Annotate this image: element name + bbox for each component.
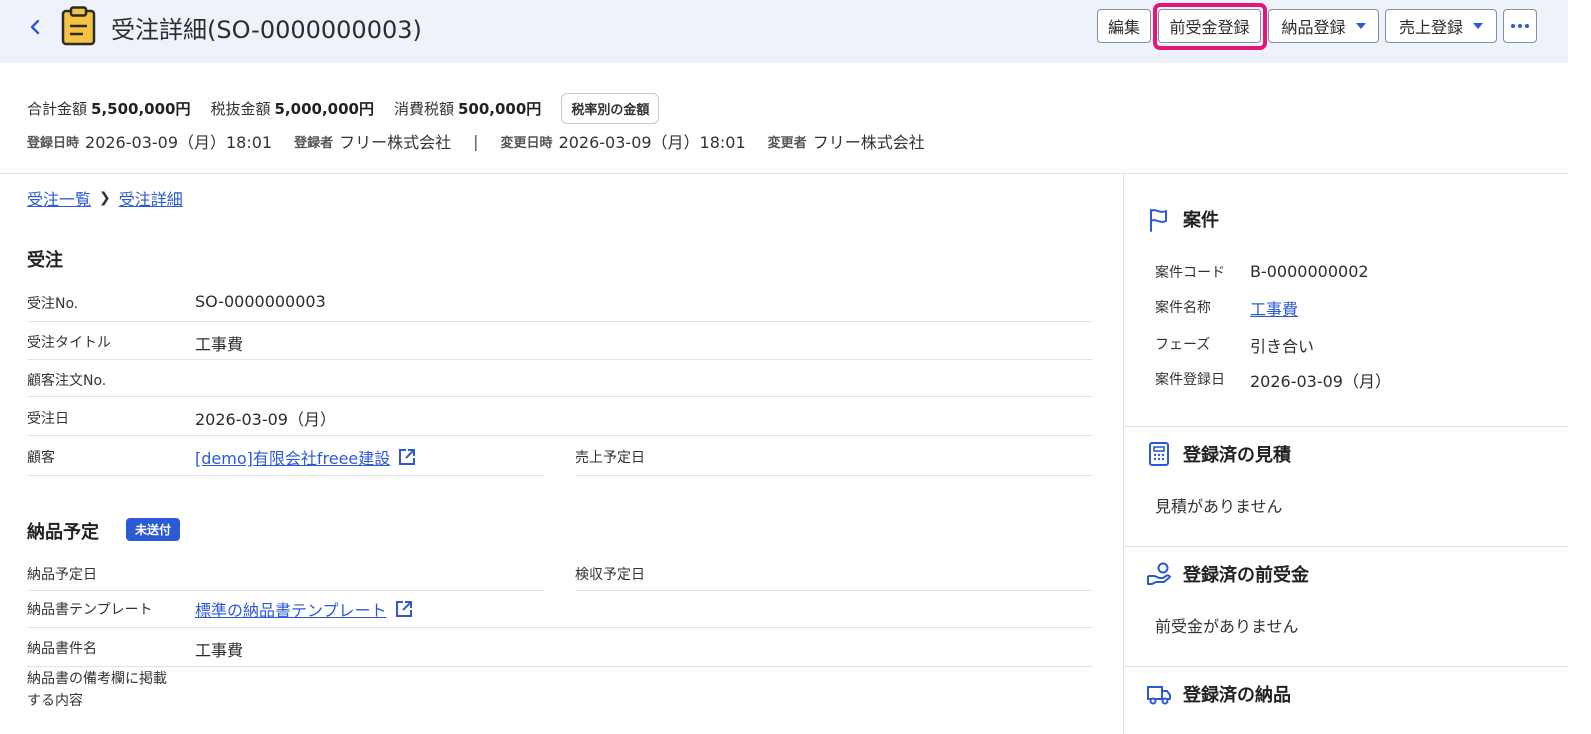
- updated-by-label: 変更者: [767, 135, 807, 151]
- divider: [27, 666, 1093, 667]
- tax-rate-button[interactable]: 税率別の金額: [561, 93, 660, 124]
- created-by-value: フリー株式会社: [339, 133, 452, 152]
- advance-empty: 前受金がありません: [1155, 617, 1299, 636]
- order-heading: 受注: [27, 250, 63, 271]
- divider: [1124, 426, 1569, 427]
- breadcrumb-order-detail[interactable]: 受注詳細: [119, 186, 183, 210]
- divider: [1124, 666, 1569, 667]
- tax-label: 消費税額: [393, 100, 454, 118]
- divider: [27, 321, 1093, 322]
- sales-register-button[interactable]: 売上登録: [1385, 9, 1497, 43]
- back-chevron-icon[interactable]: [24, 14, 46, 40]
- customer-link[interactable]: [demo]有限会社freee建設: [195, 449, 390, 468]
- pretax-label: 税抜金額: [210, 100, 271, 118]
- page-title: 受注詳細(SO-0000000003): [111, 16, 422, 44]
- delivery-doc-name-value: 工事費: [195, 641, 244, 660]
- customer-label: 顧客: [27, 450, 55, 466]
- created-at-value: 2026-03-09（月）18:01: [85, 133, 273, 152]
- summary-panel: 合計金額 5,500,000円 税抜金額 5,000,000円 消費税額 500…: [0, 63, 1568, 174]
- order-title-label: 受注タイトル: [27, 335, 111, 351]
- tax-value: 500,000円: [457, 100, 542, 118]
- caret-down-icon: [1473, 23, 1483, 29]
- created-by-label: 登録者: [294, 135, 334, 151]
- order-date-value: 2026-03-09（月）: [195, 410, 336, 429]
- delivery-date-label: 納品予定日: [27, 567, 97, 583]
- total-value: 5,500,000円: [91, 100, 191, 118]
- divider: [575, 590, 1093, 591]
- delivery-template-value: 標準の納品書テンプレート: [195, 597, 414, 621]
- pretax-value: 5,000,000円: [274, 100, 374, 118]
- breadcrumb: 受注一覧 ❯ 受注詳細: [27, 186, 183, 210]
- remarks-label-line1: 納品書の備考欄に掲載: [27, 671, 167, 687]
- caret-down-icon: [1355, 23, 1366, 29]
- customer-order-no-label: 顧客注文No.: [27, 373, 107, 389]
- order-no-label: 受注No.: [27, 296, 79, 312]
- side-panel: 案件 案件コード B-0000000002 案件名称 工事費 フェーズ 引き合い…: [1123, 174, 1569, 734]
- more-dots-icon: [1511, 24, 1529, 28]
- order-no-value: SO-0000000003: [195, 292, 326, 311]
- delivery-template-link[interactable]: 標準の納品書テンプレート: [195, 601, 387, 620]
- clipboard-icon: [61, 6, 96, 46]
- order-title-value: 工事費: [195, 335, 244, 354]
- delivery-heading: 納品予定: [27, 522, 99, 543]
- divider: [27, 590, 545, 591]
- delivery-doc-name-label: 納品書件名: [27, 641, 97, 657]
- meta-separator: |: [473, 131, 479, 151]
- phase-label: フェーズ: [1155, 337, 1211, 353]
- divider: [27, 627, 1093, 628]
- created-at-label: 登録日時: [27, 135, 80, 151]
- advance-title: 登録済の前受金: [1183, 565, 1309, 586]
- updated-at-value: 2026-03-09（月）18:01: [558, 133, 746, 152]
- page-header: 受注詳細(SO-0000000003) 編集 前受金登録 納品登録 売上登録: [0, 0, 1568, 63]
- divider: [27, 359, 1093, 360]
- delivery-list-title: 登録済の納品: [1183, 685, 1291, 706]
- truck-icon: [1147, 686, 1171, 705]
- project-code-value: B-0000000002: [1250, 262, 1369, 281]
- phase-value: 引き合い: [1250, 337, 1315, 356]
- hand-coin-icon: [1147, 562, 1171, 585]
- project-name-link[interactable]: 工事費: [1250, 296, 1298, 320]
- delivery-register-label: 納品登録: [1281, 18, 1346, 37]
- updated-at-label: 変更日時: [500, 135, 553, 151]
- calculator-icon: [1149, 442, 1169, 466]
- scrollbar[interactable]: [1568, 0, 1591, 734]
- estimates-empty: 見積がありません: [1155, 497, 1283, 516]
- remarks-label-line2: する内容: [27, 693, 83, 709]
- divider: [575, 475, 1093, 476]
- project-code-label: 案件コード: [1155, 265, 1225, 281]
- project-name-label: 案件名称: [1155, 300, 1211, 316]
- updated-by-value: フリー株式会社: [812, 133, 925, 152]
- delivery-template-label: 納品書テンプレート: [27, 602, 153, 618]
- project-date-value: 2026-03-09（月）: [1250, 372, 1391, 391]
- project-title: 案件: [1183, 210, 1219, 231]
- divider: [1124, 546, 1569, 547]
- highlight-frame: [1153, 3, 1267, 50]
- meta-row: 登録日時 2026-03-09（月）18:01 登録者 フリー株式会社 | 変更…: [27, 129, 947, 153]
- customer-value: [demo]有限会社freee建設: [195, 445, 417, 469]
- delivery-register-button[interactable]: 納品登録: [1268, 9, 1379, 43]
- chevron-right-icon: ❯: [99, 190, 111, 206]
- edit-button[interactable]: 編集: [1097, 9, 1151, 43]
- inspection-date-label: 検収予定日: [575, 567, 645, 583]
- external-link-icon[interactable]: [397, 447, 417, 467]
- divider: [27, 435, 1093, 436]
- total-label: 合計金額: [27, 100, 88, 118]
- divider: [27, 475, 545, 476]
- amount-row: 合計金額 5,500,000円 税抜金額 5,000,000円 消費税額 500…: [27, 93, 660, 124]
- project-date-label: 案件登録日: [1155, 372, 1225, 388]
- more-actions-button[interactable]: [1503, 9, 1537, 43]
- divider: [27, 396, 1093, 397]
- sales-date-label: 売上予定日: [575, 450, 645, 466]
- order-date-label: 受注日: [27, 411, 69, 427]
- unsent-badge: 未送付: [126, 518, 181, 541]
- breadcrumb-order-list[interactable]: 受注一覧: [27, 186, 91, 210]
- flag-icon: [1150, 209, 1167, 232]
- sales-register-label: 売上登録: [1398, 18, 1463, 37]
- estimates-title: 登録済の見積: [1183, 445, 1291, 466]
- external-link-icon[interactable]: [394, 599, 414, 619]
